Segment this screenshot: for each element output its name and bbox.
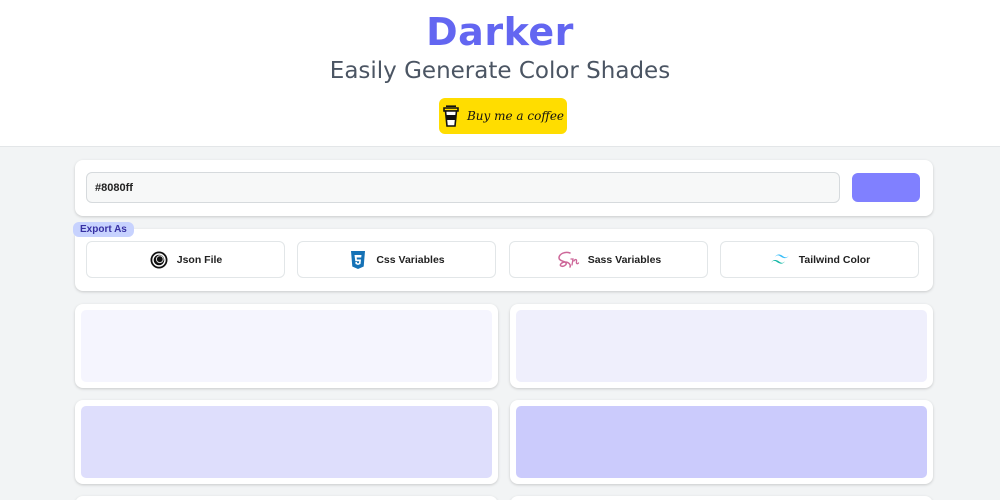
hex-color-input[interactable]	[86, 172, 840, 203]
export-css-label: Css Variables	[376, 253, 445, 266]
export-card: Export As Json File Css Variables Sass V…	[73, 222, 933, 291]
color-input-card	[75, 160, 933, 216]
shade-card-3[interactable]	[75, 400, 498, 484]
json-icon	[150, 251, 168, 268]
tailwind-icon	[770, 254, 789, 264]
shade-card-4[interactable]	[510, 400, 933, 484]
shade-card-2[interactable]	[510, 304, 933, 388]
export-tailwind-label: Tailwind Color	[798, 253, 871, 266]
shade-card-6[interactable]	[510, 496, 933, 500]
export-css-button[interactable]: Css Variables	[297, 241, 496, 278]
shade-swatch	[81, 310, 492, 382]
coffee-button-label: Buy me a coffee	[466, 109, 565, 123]
shade-swatch	[516, 310, 927, 382]
shade-card-1[interactable]	[75, 304, 498, 388]
export-tailwind-button[interactable]: Tailwind Color	[720, 241, 919, 278]
coffee-cup-icon	[443, 105, 459, 127]
app-subtitle: Easily Generate Color Shades	[329, 58, 671, 84]
shade-swatch	[516, 406, 927, 478]
site-header: Darker Easily Generate Color Shades Buy …	[0, 0, 1000, 147]
sass-icon	[557, 251, 579, 268]
css3-icon	[351, 250, 366, 269]
export-sass-label: Sass Variables	[587, 253, 662, 266]
export-sass-button[interactable]: Sass Variables	[509, 241, 708, 278]
color-swatch-button[interactable]	[852, 173, 920, 202]
export-as-badge: Export As	[73, 222, 134, 237]
export-json-label: Json File	[176, 253, 223, 266]
shade-swatch	[81, 406, 492, 478]
export-json-button[interactable]: Json File	[86, 241, 285, 278]
buy-me-a-coffee-button[interactable]: Buy me a coffee	[439, 98, 567, 134]
shade-card-5[interactable]	[75, 496, 498, 500]
app-title: Darker	[426, 10, 574, 54]
